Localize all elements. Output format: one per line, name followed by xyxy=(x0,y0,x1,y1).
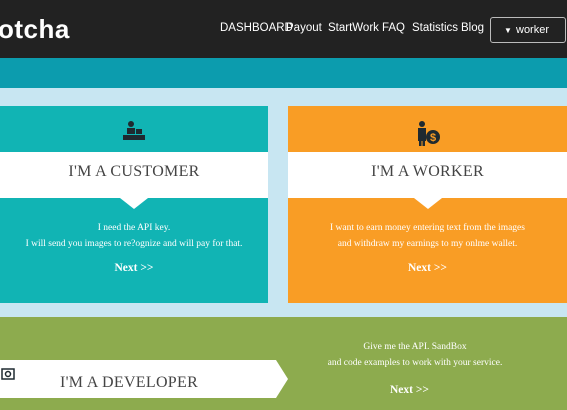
customer-next-link[interactable]: Next >> xyxy=(0,262,268,274)
worker-money-icon: $ xyxy=(417,121,440,146)
nav-payout[interactable]: Payout xyxy=(286,22,322,34)
gear-icon xyxy=(1,368,15,380)
top-navbar: otcha DASHBOARD Payout StartWork FAQ Sta… xyxy=(0,0,567,58)
customer-title-pointer xyxy=(120,198,148,209)
nav-dashboard[interactable]: DASHBOARD xyxy=(220,22,293,34)
customer-title: I'M A CUSTOMER xyxy=(68,163,200,180)
customer-card: I'M A CUSTOMER I need the API key. I wil… xyxy=(0,106,268,303)
developer-title: I'M A DEVELOPER xyxy=(60,374,199,391)
worker-next-link[interactable]: Next >> xyxy=(288,262,567,274)
brand-logo[interactable]: otcha xyxy=(0,14,70,45)
svg-text:$: $ xyxy=(429,132,435,144)
role-dropdown-value: worker xyxy=(516,24,550,36)
nav-statistics[interactable]: Statistics xyxy=(412,22,458,34)
nav-blog[interactable]: Blog xyxy=(461,22,484,34)
worker-description: I want to earn money entering text from … xyxy=(330,223,525,249)
developer-description: Give me the API. SandBox and code exampl… xyxy=(327,342,503,368)
customer-description: I need the API key. I will send you imag… xyxy=(25,223,243,249)
worker-card: $ I'M A WORKER I want to earn money ente… xyxy=(288,106,567,303)
developer-next-link[interactable]: Next >> xyxy=(390,384,429,396)
cashier-icon xyxy=(123,121,145,140)
role-dropdown[interactable]: ▼ worker xyxy=(490,17,566,43)
nav-faq[interactable]: FAQ xyxy=(382,22,405,34)
caret-down-icon: ▼ xyxy=(504,26,512,35)
nav-startwork[interactable]: StartWork xyxy=(328,22,379,34)
worker-title-pointer xyxy=(413,198,442,209)
worker-title: I'M A WORKER xyxy=(371,163,484,180)
developer-title-pointer xyxy=(276,360,288,398)
banner-band xyxy=(0,58,567,88)
developer-section: I'M A DEVELOPER Give me the API. SandBox… xyxy=(0,317,567,410)
